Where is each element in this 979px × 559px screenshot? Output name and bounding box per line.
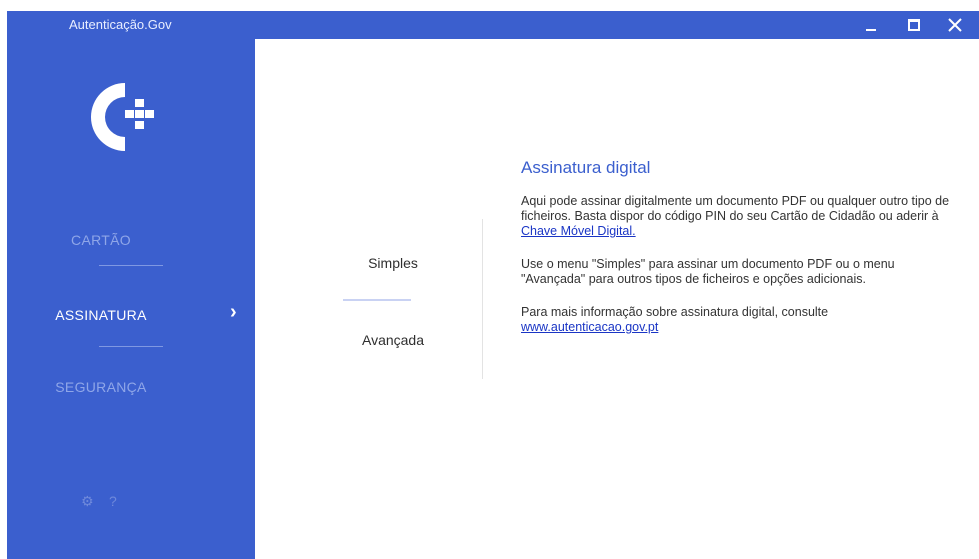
panel-title: Assinatura digital: [521, 158, 651, 177]
app-title: Autenticação.Gov: [69, 17, 172, 32]
sidebar: CARTÃO ASSINATURA › SEGURANÇA ⚙ ?: [7, 39, 255, 559]
submenu-avancada[interactable]: Avançada: [333, 332, 453, 348]
title-bar: Autenticação.Gov: [7, 11, 979, 39]
more-info-paragraph: Para mais informação sobre assinatura di…: [521, 305, 961, 335]
help-icon[interactable]: ?: [109, 493, 117, 509]
intro-paragraph: Aqui pode assinar digitalmente um docume…: [521, 194, 961, 239]
submenu-selection-indicator: [343, 299, 411, 301]
sidebar-divider: [99, 346, 163, 347]
sidebar-item-assinatura[interactable]: ASSINATURA: [7, 307, 255, 323]
website-link[interactable]: www.autenticacao.gov.pt: [521, 320, 658, 334]
close-icon: [948, 18, 962, 32]
settings-icon[interactable]: ⚙: [81, 493, 94, 510]
maximize-icon: [908, 19, 920, 31]
main-content: Simples Avançada Assinatura digital Aqui…: [255, 39, 979, 559]
app-logo: [90, 83, 154, 151]
chave-movel-link[interactable]: Chave Móvel Digital.: [521, 224, 636, 238]
sidebar-item-label: ASSINATURA: [55, 307, 147, 323]
app-window: Autenticação.Gov CARTÃO ASSINATURA › SEG…: [7, 11, 979, 559]
minimize-icon: [866, 29, 876, 31]
usage-paragraph: Use o menu "Simples" para assinar um doc…: [521, 257, 895, 286]
sidebar-divider: [99, 265, 163, 266]
chevron-right-icon: ›: [230, 301, 237, 323]
close-button[interactable]: [937, 11, 973, 39]
more-info-text: Para mais informação sobre assinatura di…: [521, 305, 829, 319]
intro-text: Aqui pode assinar digitalmente um docume…: [521, 194, 950, 223]
maximize-button[interactable]: [896, 11, 932, 39]
info-panel: Assinatura digital Aqui pode assinar dig…: [521, 158, 961, 353]
sidebar-item-seguranca[interactable]: SEGURANÇA: [7, 379, 255, 395]
minimize-button[interactable]: [853, 11, 889, 39]
submenu-simples[interactable]: Simples: [333, 255, 453, 271]
sidebar-item-label: CARTÃO: [71, 232, 131, 248]
sidebar-item-label: SEGURANÇA: [55, 379, 147, 395]
vertical-divider: [482, 219, 483, 379]
sidebar-item-cartao[interactable]: CARTÃO: [7, 232, 255, 248]
